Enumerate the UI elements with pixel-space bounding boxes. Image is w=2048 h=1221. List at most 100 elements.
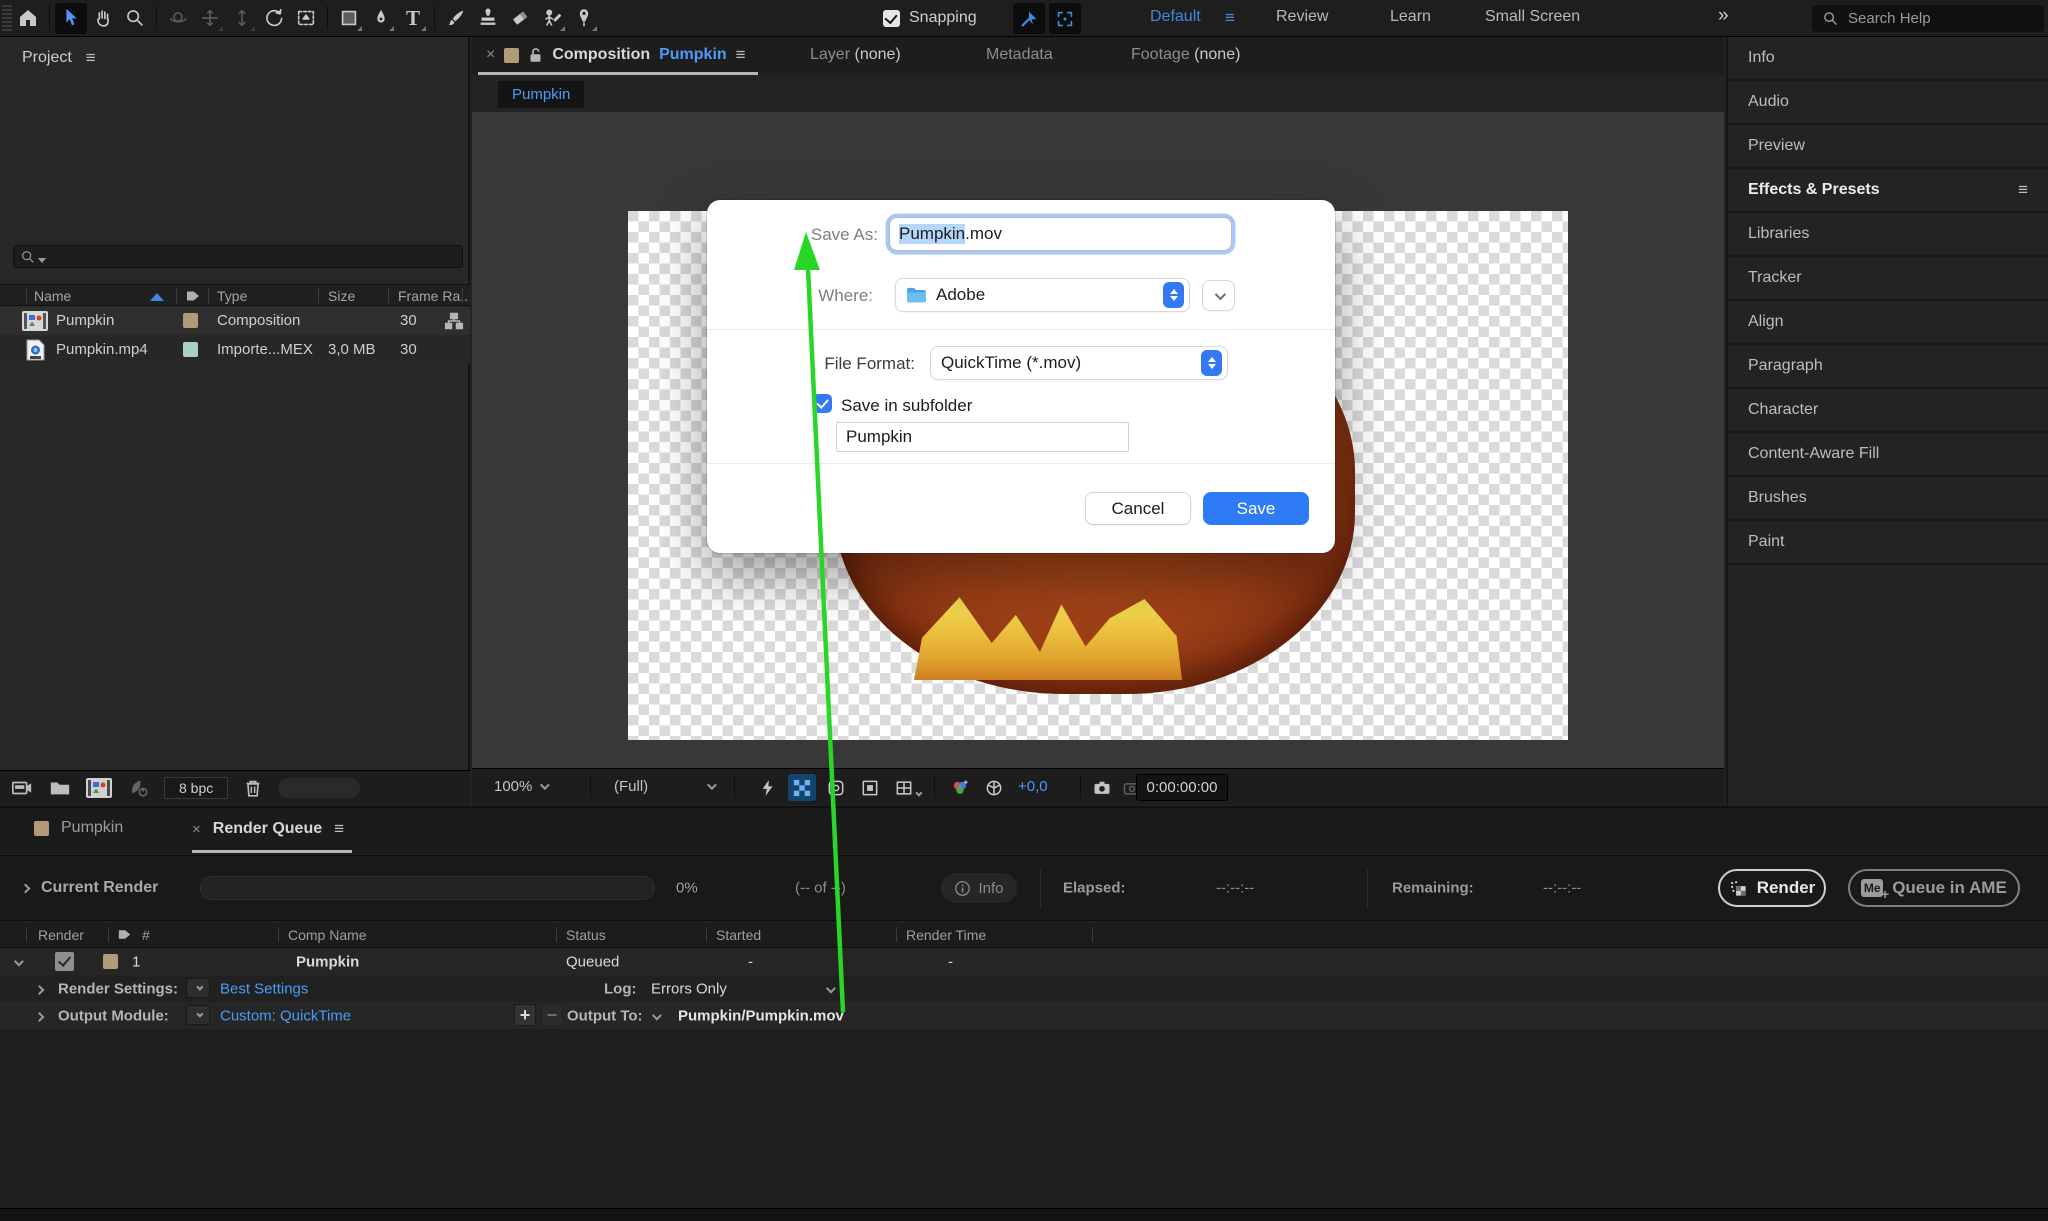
column-started[interactable]: Started — [716, 927, 761, 943]
workspace-menu-icon[interactable]: ≡ — [1225, 8, 1235, 28]
panel-tab-effects-presets[interactable]: Effects & Presets≡ — [1728, 169, 2048, 213]
tab-render-queue[interactable]: × Render Queue ≡ — [192, 819, 344, 839]
remove-output-module-button[interactable]: − — [541, 1004, 563, 1026]
label-color-swatch[interactable] — [183, 342, 198, 357]
brush-tool[interactable] — [440, 3, 472, 34]
tab-metadata[interactable]: Metadata — [986, 46, 1053, 64]
where-dropdown[interactable]: Adobe — [895, 278, 1190, 312]
mask-visibility-toggle[interactable] — [822, 774, 850, 801]
panel-tab-align[interactable]: Align — [1728, 301, 2048, 345]
output-module-link[interactable]: Custom: QuickTime — [220, 1007, 351, 1024]
queue-in-ame-button[interactable]: Me+ Queue in AME — [1848, 869, 2020, 907]
chevron-down-icon[interactable] — [652, 1010, 662, 1020]
snap-to-point-button[interactable] — [1013, 3, 1045, 34]
panel-tab-info[interactable]: Info — [1728, 37, 2048, 81]
column-frame-rate[interactable]: Frame Ra.. — [398, 288, 468, 304]
current-render-disclosure[interactable]: Current Render — [22, 879, 158, 897]
column-render-time[interactable]: Render Time — [906, 927, 986, 943]
new-folder-icon[interactable] — [48, 777, 72, 799]
exposure-value[interactable]: +0,0 — [1018, 778, 1048, 795]
project-row-pumpkin-mp4[interactable]: Pumpkin.mp4 Importe...MEX 3,0 MB 30 — [0, 336, 470, 364]
orbit-camera-tool[interactable] — [162, 3, 194, 34]
interpret-footage-icon[interactable] — [10, 777, 34, 799]
panel-tab-content-aware-fill[interactable]: Content-Aware Fill — [1728, 433, 2048, 477]
file-format-dropdown[interactable]: QuickTime (*.mov) — [930, 346, 1228, 380]
camera-tool[interactable] — [290, 3, 322, 34]
column-status[interactable]: Status — [566, 927, 606, 943]
comp-mini-flowchart-chip[interactable]: Pumpkin — [498, 81, 584, 108]
grid-guides-dropdown[interactable] — [890, 774, 918, 801]
zoom-tool[interactable] — [119, 3, 151, 34]
snapping-checkbox[interactable] — [883, 10, 900, 27]
panel-menu-icon[interactable]: ≡ — [334, 819, 344, 839]
type-tool[interactable]: T — [397, 3, 429, 34]
dolly-camera-tool[interactable] — [226, 3, 258, 34]
label-color-swatch[interactable] — [103, 954, 118, 969]
trash-icon[interactable] — [242, 777, 264, 799]
chevron-down-icon[interactable] — [826, 983, 836, 993]
cancel-button[interactable]: Cancel — [1085, 492, 1191, 525]
panel-tab-audio[interactable]: Audio — [1728, 81, 2048, 125]
proxy-toggle-icon[interactable] — [126, 777, 150, 799]
resolution-dropdown[interactable]: (Full) — [614, 778, 714, 795]
render-item-checkbox[interactable] — [55, 952, 74, 971]
hand-tool[interactable] — [87, 3, 119, 34]
stamp-tool[interactable] — [472, 3, 504, 34]
timecode-display[interactable]: 0:00:00:00 — [1136, 774, 1228, 801]
take-snapshot-button[interactable] — [1088, 774, 1116, 801]
channel-dropdown[interactable] — [946, 774, 974, 801]
label-column-tag-icon[interactable] — [116, 926, 133, 943]
panel-menu-icon[interactable]: ≡ — [2018, 180, 2028, 200]
close-icon[interactable]: × — [486, 46, 495, 64]
column-render[interactable]: Render — [38, 927, 84, 943]
tab-layer[interactable]: Layer (none) — [810, 46, 901, 64]
output-to-link[interactable]: Pumpkin/Pumpkin.mov — [678, 1007, 844, 1024]
chevron-right-icon[interactable] — [35, 1012, 45, 1022]
selection-tool[interactable] — [55, 3, 87, 34]
region-of-interest-button[interactable] — [856, 774, 884, 801]
workspace-tab-learn[interactable]: Learn — [1390, 8, 1431, 26]
bit-depth-button[interactable]: 8 bpc — [164, 777, 228, 799]
snapping-control[interactable]: Snapping — [883, 9, 977, 27]
panel-tab-brushes[interactable]: Brushes — [1728, 477, 2048, 521]
panel-tab-character[interactable]: Character — [1728, 389, 2048, 433]
close-icon[interactable]: × — [192, 821, 201, 838]
label-column-tag-icon[interactable] — [184, 287, 202, 305]
exposure-toggle[interactable] — [980, 774, 1008, 801]
toolbar-grip[interactable] — [2, 5, 12, 31]
workspace-overflow-chevron[interactable]: » — [1718, 5, 1729, 27]
new-composition-icon[interactable] — [86, 777, 112, 799]
eraser-tool[interactable] — [504, 3, 536, 34]
snap-region-button[interactable] — [1049, 3, 1081, 34]
workspace-tab-default[interactable]: Default — [1150, 8, 1201, 26]
puppet-pin-tool[interactable] — [568, 3, 600, 34]
project-panel-menu-icon[interactable]: ≡ — [86, 48, 96, 68]
column-type[interactable]: Type — [217, 288, 247, 304]
column-comp-name[interactable]: Comp Name — [288, 927, 367, 943]
panel-tab-paint[interactable]: Paint — [1728, 521, 2048, 565]
workspace-tab-small-screen[interactable]: Small Screen — [1485, 8, 1580, 26]
column-size[interactable]: Size — [328, 288, 355, 304]
rectangle-tool[interactable] — [333, 3, 365, 34]
roto-brush-tool[interactable] — [536, 3, 568, 34]
filename-input[interactable]: Pumpkin.mov — [889, 217, 1232, 251]
render-queue-item-row[interactable]: 1 Pumpkin Queued - - — [0, 948, 2048, 975]
log-dropdown[interactable]: Errors Only — [651, 980, 727, 997]
tab-composition-pumpkin[interactable]: × Composition Pumpkin ≡ — [486, 45, 746, 65]
home-button[interactable] — [12, 3, 44, 34]
panel-tab-tracker[interactable]: Tracker — [1728, 257, 2048, 301]
column-name[interactable]: Name — [34, 288, 71, 304]
pan-camera-tool[interactable] — [194, 3, 226, 34]
render-settings-link[interactable]: Best Settings — [220, 980, 308, 997]
panel-tab-libraries[interactable]: Libraries — [1728, 213, 2048, 257]
panel-tab-preview[interactable]: Preview — [1728, 125, 2048, 169]
panel-menu-icon[interactable]: ≡ — [736, 45, 746, 65]
tab-footage[interactable]: Footage (none) — [1131, 46, 1240, 64]
expand-dialog-button[interactable] — [1202, 280, 1235, 311]
render-button[interactable]: Render — [1718, 869, 1826, 907]
render-settings-dropdown[interactable] — [186, 978, 210, 998]
save-in-subfolder-checkbox[interactable] — [813, 394, 832, 413]
panel-tab-paragraph[interactable]: Paragraph — [1728, 345, 2048, 389]
tab-pumpkin-timeline[interactable]: Pumpkin — [34, 819, 123, 837]
fast-previews-button[interactable] — [754, 774, 782, 801]
